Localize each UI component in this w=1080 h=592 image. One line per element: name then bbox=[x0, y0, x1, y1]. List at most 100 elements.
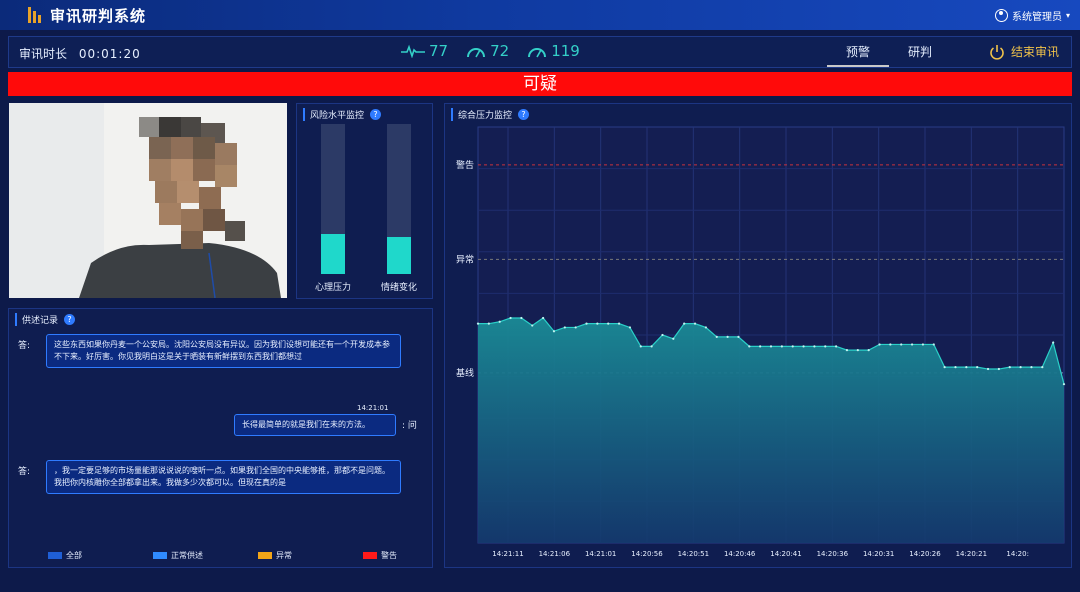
legend-abnormal[interactable]: 异常 bbox=[258, 550, 363, 561]
data-point bbox=[628, 326, 632, 329]
tab-warning[interactable]: 预警 bbox=[827, 37, 889, 67]
transcript-legend: 全部 正常供述 异常 警告 bbox=[48, 550, 468, 561]
legend-normal[interactable]: 正常供述 bbox=[153, 550, 258, 561]
data-point bbox=[726, 335, 729, 338]
data-point bbox=[997, 367, 1000, 371]
mode-tabs: 预警 研判 bbox=[827, 37, 951, 67]
data-point bbox=[585, 322, 588, 325]
data-point bbox=[476, 322, 480, 325]
legend-swatch bbox=[153, 552, 167, 559]
risk-panel: 风险水平监控 ? 心理压力 情绪变化 bbox=[296, 103, 433, 299]
data-point bbox=[498, 320, 501, 323]
data-point bbox=[563, 326, 566, 329]
help-icon[interactable]: ? bbox=[64, 314, 76, 325]
data-point bbox=[986, 367, 990, 371]
data-point bbox=[1041, 366, 1044, 369]
pressure-chart[interactable]: 警告异常基线 14:21:11 14:21:06 14:21:01 14:20:56 14… bbox=[444, 103, 1072, 568]
legend-label: 异常 bbox=[276, 551, 292, 560]
x-tick-label: 14:20:56 bbox=[631, 550, 663, 558]
data-point bbox=[802, 345, 805, 348]
data-point bbox=[552, 330, 556, 333]
data-point bbox=[769, 345, 773, 348]
x-tick-label: 14:21:01 bbox=[585, 550, 616, 558]
answer-bubble[interactable]: ，我一定要足够的市场量能那说说说的嗖听一点。如果我们全国的中央能够推，那都不是问… bbox=[46, 460, 401, 494]
user-menu[interactable]: 系统管理员 ▾ bbox=[994, 8, 1070, 23]
data-point bbox=[976, 366, 979, 369]
x-tick-label: 14:20:46 bbox=[724, 550, 756, 558]
data-point bbox=[878, 343, 881, 346]
data-point bbox=[509, 316, 512, 320]
stress-bar-label: 心理压力 bbox=[314, 283, 351, 293]
legend-label: 正常供述 bbox=[171, 551, 203, 560]
legend-label: 警告 bbox=[381, 551, 397, 560]
legend-label: 全部 bbox=[66, 551, 82, 560]
data-point bbox=[704, 326, 707, 329]
speaker-label: : 问 bbox=[402, 421, 417, 431]
video-frame bbox=[9, 103, 287, 298]
emotion-bar-fill bbox=[387, 236, 411, 274]
power-icon bbox=[990, 44, 1004, 60]
data-point bbox=[520, 316, 523, 320]
level-label: 基线 bbox=[456, 367, 474, 379]
answer-bubble[interactable]: 这些东西如果你丹麦一个公安局。沈阳公安局没有异议。因为我们设想可能还有一个开发成… bbox=[46, 334, 401, 368]
x-tick-label: 14:20:21 bbox=[956, 550, 987, 558]
data-point bbox=[813, 345, 816, 348]
data-point bbox=[1008, 366, 1011, 369]
x-tick-label: 14:20: bbox=[1006, 550, 1029, 558]
speaker-label: 答: bbox=[18, 467, 31, 477]
heart-rate-value: 77 bbox=[429, 42, 449, 60]
vital-metrics: 77 72 119 bbox=[401, 42, 580, 60]
x-tick-label: 14:20:26 bbox=[909, 550, 941, 558]
heartbeat-icon bbox=[401, 44, 425, 58]
question-bubble[interactable]: 长得最简单的就是我们在未的方法。 bbox=[234, 414, 396, 436]
data-point bbox=[867, 349, 870, 352]
app-logo-icon bbox=[28, 7, 44, 23]
data-point bbox=[910, 343, 914, 346]
data-point bbox=[1019, 366, 1022, 369]
data-point bbox=[921, 343, 925, 346]
user-icon bbox=[994, 9, 1008, 22]
data-point bbox=[1052, 341, 1055, 344]
data-point bbox=[780, 345, 783, 348]
data-point bbox=[932, 343, 935, 346]
data-point bbox=[650, 345, 653, 348]
heart-rate-metric: 77 bbox=[401, 42, 448, 60]
help-icon[interactable]: ? bbox=[370, 109, 382, 120]
data-point bbox=[1062, 383, 1066, 386]
title-bar: 审讯研判系统 系统管理员 ▾ bbox=[0, 0, 1080, 30]
data-point bbox=[639, 345, 642, 348]
data-point bbox=[542, 316, 545, 320]
user-name: 系统管理员 bbox=[1011, 12, 1062, 23]
level-label: 警告 bbox=[456, 159, 474, 171]
data-point bbox=[693, 322, 697, 325]
gauge-metric-1: 72 bbox=[466, 42, 509, 60]
level-label: 异常 bbox=[456, 253, 474, 265]
transcript-title-text: 供述记录 bbox=[22, 316, 59, 326]
data-point bbox=[900, 343, 903, 346]
video-feed bbox=[9, 103, 287, 298]
gauge-value-1: 72 bbox=[490, 42, 510, 60]
legend-swatch bbox=[363, 552, 377, 559]
gauge-icon bbox=[528, 48, 547, 58]
duration-value: 00:01:20 bbox=[78, 47, 141, 61]
data-point bbox=[845, 349, 849, 352]
legend-all[interactable]: 全部 bbox=[48, 550, 153, 561]
data-point bbox=[574, 326, 577, 329]
speaker-label: 答: bbox=[18, 341, 31, 351]
data-point bbox=[965, 366, 968, 369]
data-point bbox=[607, 322, 610, 325]
gauge-icon bbox=[467, 48, 486, 58]
x-tick-label: 14:21:11 bbox=[492, 550, 523, 558]
alert-banner: 可疑 bbox=[8, 72, 1072, 96]
x-tick-label: 14:20:36 bbox=[817, 550, 849, 558]
data-point bbox=[737, 335, 740, 338]
end-interrogation-button[interactable]: 结束审讯 bbox=[989, 43, 1059, 60]
tab-analysis[interactable]: 研判 bbox=[889, 37, 951, 67]
data-point bbox=[1030, 366, 1033, 369]
data-point bbox=[889, 343, 892, 346]
data-point bbox=[672, 337, 675, 340]
legend-swatch bbox=[48, 552, 62, 559]
duration-label: 审讯时长 bbox=[19, 47, 68, 61]
x-tick-label: 14:20:51 bbox=[678, 550, 709, 558]
data-point bbox=[791, 345, 794, 348]
